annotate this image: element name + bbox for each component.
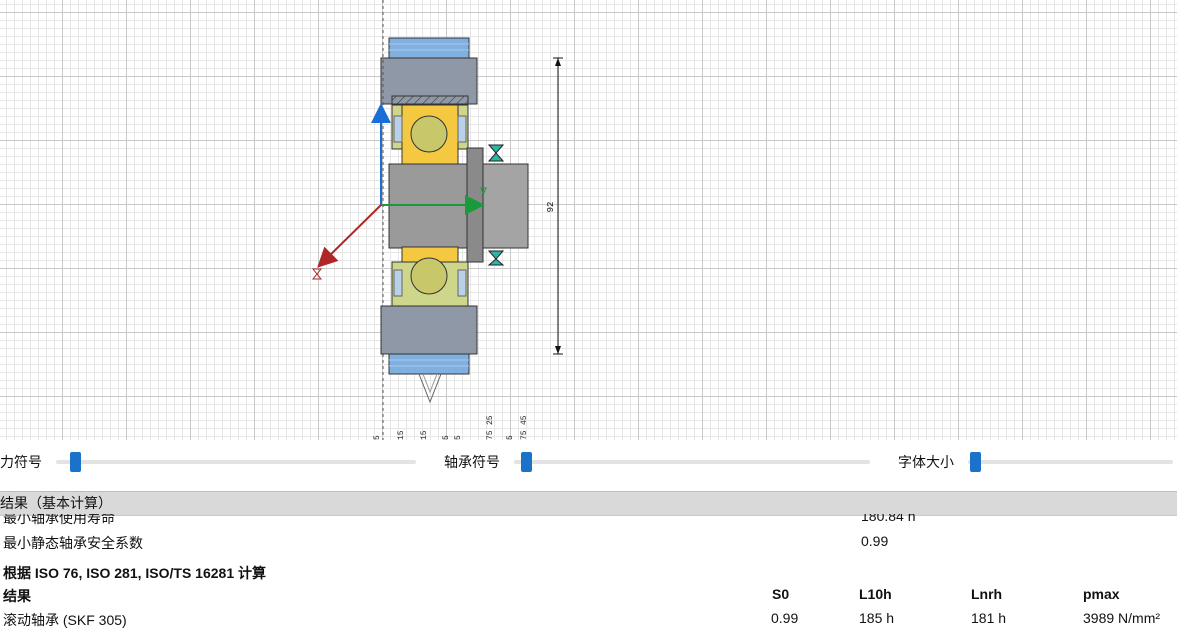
font-size-label: 字体大小: [898, 454, 954, 470]
font-size-slider[interactable]: [968, 452, 1173, 472]
fixing-symbol-bottom: [487, 250, 505, 266]
bearing-top: [391, 104, 469, 166]
bearing-lnrh: 181 h: [971, 610, 1007, 626]
dimension-label: 92: [546, 202, 556, 213]
shaft-end: [482, 163, 529, 249]
force-arrow: [317, 204, 382, 268]
bearing-symbol-slider-group: 轴承符号: [444, 450, 870, 474]
force-symbol-slider-thumb[interactable]: [70, 452, 81, 472]
summary-value: 180.84 h: [861, 514, 916, 524]
table-row: 滚动轴承 (SKF 305) 0.99 185 h 181 h 3989 N/m…: [0, 610, 1177, 630]
summary-label: 最小静态轴承安全系数: [3, 535, 143, 551]
col-header-l10h: L10h: [859, 586, 892, 602]
bearing-s0: 0.99: [771, 610, 799, 626]
col-header-result: 结果: [3, 588, 31, 604]
bearing-bottom: [391, 246, 469, 308]
outer-ring-bottom: [380, 305, 478, 355]
bearing-symbol-slider[interactable]: [514, 452, 870, 472]
summary-label: 最小轴承使用寿命: [3, 514, 115, 526]
bottom-dim-label: 15: [397, 430, 406, 440]
bottom-dim-label: 75: [486, 430, 495, 440]
force-symbol-slider[interactable]: [56, 452, 416, 472]
force-symbol-label: 力符号: [0, 454, 42, 470]
housing-bottom: [388, 353, 470, 375]
col-header-s0: S0: [772, 586, 790, 602]
support-symbol: [418, 373, 442, 404]
col-header-pmax: pmax: [1083, 586, 1120, 602]
force-symbol-slider-group: 力符号: [0, 450, 416, 474]
summary-row: 最小静态轴承安全系数 0.99: [0, 533, 1177, 553]
font-size-slider-thumb[interactable]: [970, 452, 981, 472]
standards-title: 根据 ISO 76, ISO 281, ISO/TS 16281 计算: [3, 565, 266, 581]
bearing-symbol-slider-thumb[interactable]: [521, 452, 532, 472]
bearing-symbol-label: 轴承符号: [444, 454, 500, 470]
results-section-header[interactable]: 结果（基本计算）: [0, 491, 1177, 516]
summary-row: 最小轴承使用寿命 180.84 h: [0, 514, 1177, 528]
symbol-slider-bar: 力符号 轴承符号 字体大小: [0, 440, 1177, 484]
font-size-slider-group: 字体大小: [898, 450, 1173, 474]
summary-value: 0.99: [861, 533, 889, 549]
col-header-lnrh: Lnrh: [971, 586, 1003, 602]
bearing-l10h: 185 h: [859, 610, 895, 626]
standards-title-row: 根据 ISO 76, ISO 281, ISO/TS 16281 计算: [0, 563, 1177, 583]
bottom-dim-label: 15: [420, 430, 429, 440]
bearing-pmax: 3989 N/mm²: [1083, 610, 1161, 626]
housing-top: [388, 37, 470, 59]
results-panel: 最小轴承使用寿命 180.84 h 最小静态轴承安全系数 0.99 根据 ISO…: [0, 514, 1177, 633]
table-header-row: 结果 S0 L10h Lnrh pmax: [0, 586, 1177, 606]
bearing-name: 滚动轴承 (SKF 305): [3, 612, 127, 628]
fixing-symbol-top: [487, 144, 505, 162]
bottom-dimension-labels: 5 15 15 5 5 25 75 5 45 75: [373, 415, 529, 440]
bottom-dim-label: 75: [520, 430, 529, 440]
bearing-drawing: 92 5 15 15 5 5 25 75 5 45 75: [311, 0, 563, 440]
bottom-dim-label: 45: [520, 415, 529, 425]
bottom-dim-label: 25: [486, 415, 495, 425]
drawing-canvas[interactable]: 92 5 15 15 5 5 25 75 5 45 75: [0, 0, 1177, 441]
